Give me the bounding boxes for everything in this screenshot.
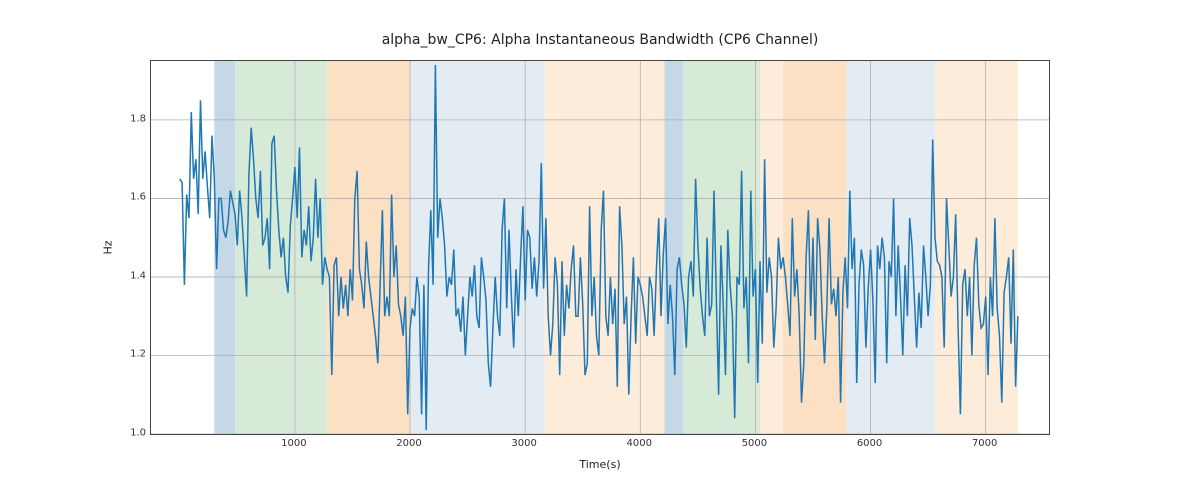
- x-tick: 5000: [742, 438, 767, 449]
- x-tick: 4000: [627, 438, 652, 449]
- x-tick: 7000: [972, 438, 997, 449]
- background-band: [664, 61, 682, 434]
- x-tick: 3000: [511, 438, 536, 449]
- y-tick: 1.8: [118, 113, 146, 124]
- y-tick: 1.0: [118, 428, 146, 439]
- y-tick: 1.2: [118, 349, 146, 360]
- figure: alpha_bw_CP6: Alpha Instantaneous Bandwi…: [0, 0, 1200, 500]
- x-axis-label: Time(s): [150, 458, 1050, 471]
- x-tick: 1000: [281, 438, 306, 449]
- y-axis-label: Hz: [100, 60, 116, 435]
- x-tick: 2000: [396, 438, 421, 449]
- background-band: [846, 61, 935, 434]
- background-bands: [214, 61, 1018, 434]
- y-tick: 1.6: [118, 192, 146, 203]
- background-band: [327, 61, 410, 434]
- plot-area: [150, 60, 1050, 435]
- background-band: [235, 61, 327, 434]
- x-tick: 6000: [857, 438, 882, 449]
- chart-title: alpha_bw_CP6: Alpha Instantaneous Bandwi…: [150, 32, 1050, 48]
- y-tick: 1.4: [118, 270, 146, 281]
